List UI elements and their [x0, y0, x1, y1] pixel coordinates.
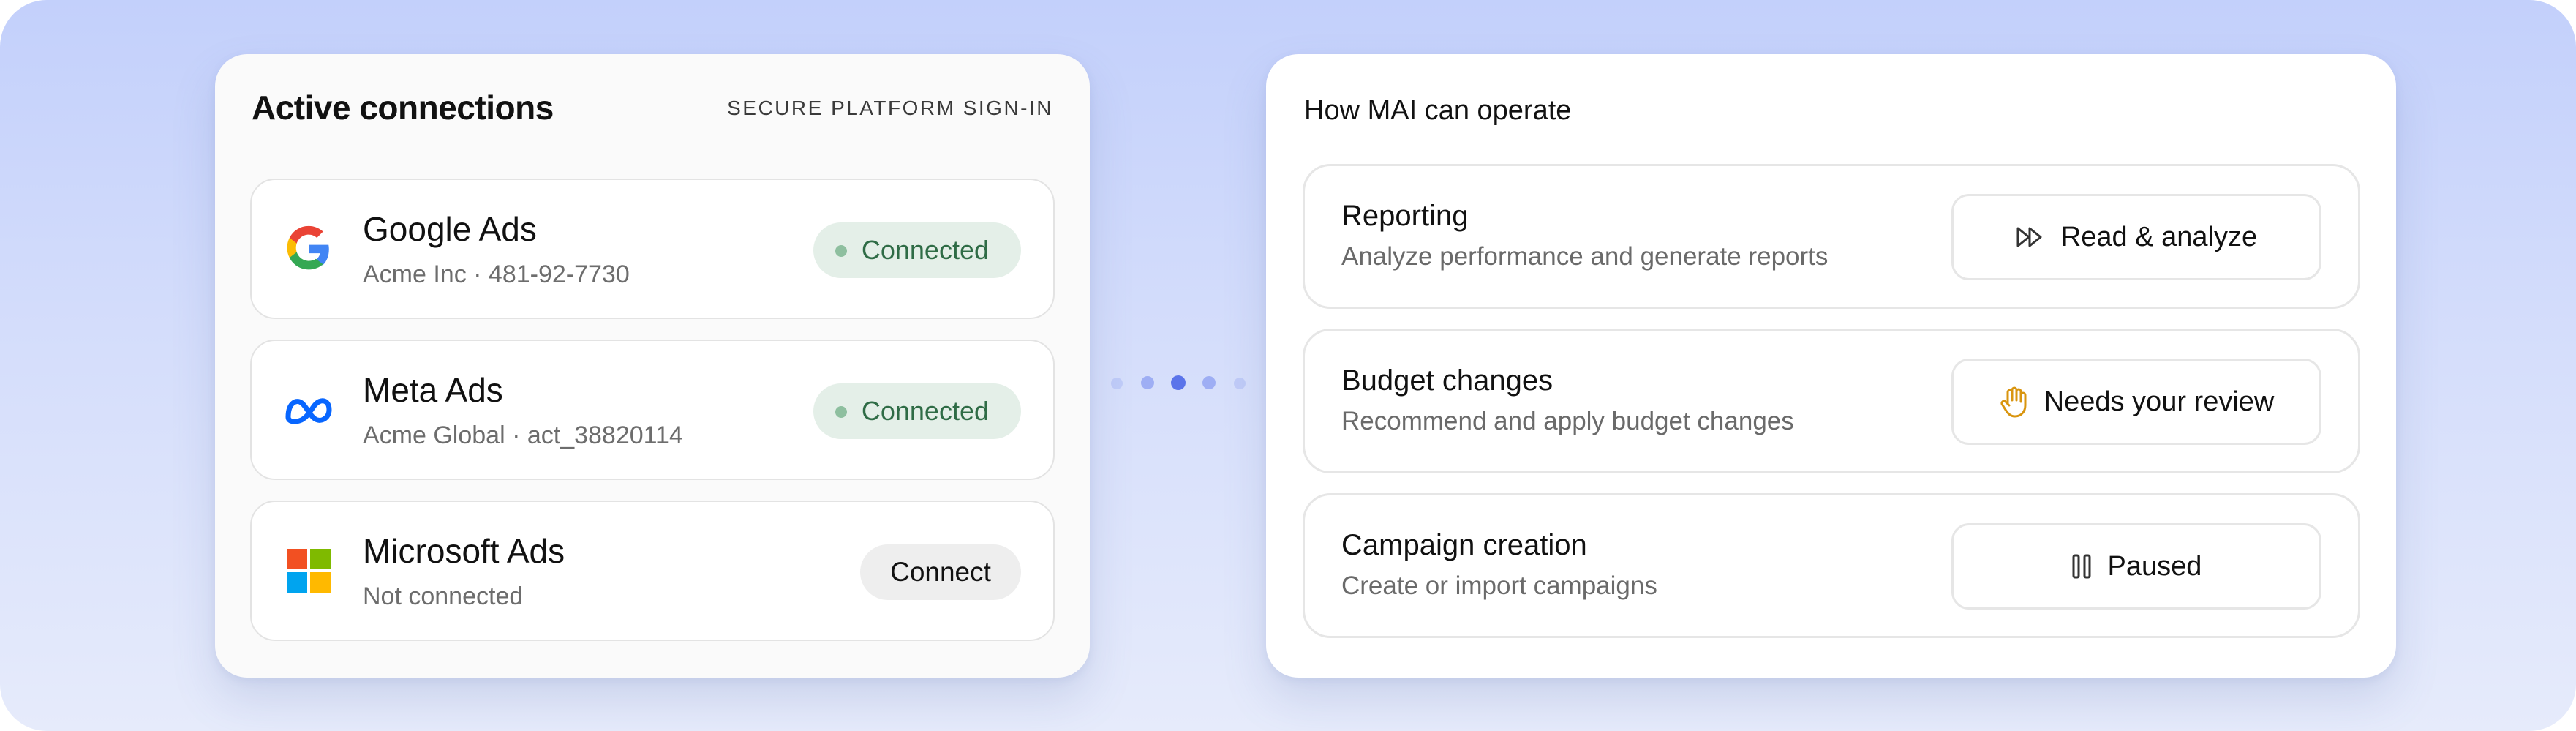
permission-description: Create or import campaigns [1341, 571, 1657, 600]
connections-header: Active connections SECURE PLATFORM SIGN-… [252, 88, 1053, 132]
connection-name: Microsoft Ads [363, 532, 565, 570]
mode-label: Needs your review [2044, 386, 2275, 417]
connection-row-google-ads: Google Ads Acme Inc · 481-92-7730 Connec… [250, 179, 1055, 319]
permission-row-budget-changes: Budget changes Recommend and apply budge… [1303, 329, 2360, 473]
connector-dot [1202, 376, 1216, 389]
connected-status-badge: Connected [813, 222, 1021, 278]
status-dot-icon [835, 245, 847, 257]
connector-dot [1111, 378, 1123, 389]
connection-row-microsoft-ads: Microsoft Ads Not connected Connect [250, 501, 1055, 641]
status-label: Connected [861, 396, 989, 426]
permission-name: Budget changes [1341, 364, 1553, 397]
operate-permissions-card: How MAI can operate Reporting Analyze pe… [1266, 54, 2396, 678]
permission-row-campaign-creation: Campaign creation Create or import campa… [1303, 493, 2360, 638]
pause-icon [2071, 553, 2092, 580]
fast-forward-icon [2016, 225, 2045, 249]
connection-account: Not connected [363, 582, 524, 610]
connection-account: Acme Global · act_38820114 [363, 421, 683, 449]
connection-row-meta-ads: Meta Ads Acme Global · act_38820114 Conn… [250, 340, 1055, 480]
connection-account: Acme Inc · 481-92-7730 [363, 260, 630, 288]
connect-button[interactable]: Connect [860, 544, 1021, 600]
permission-description: Recommend and apply budget changes [1341, 407, 1794, 435]
operate-title: How MAI can operate [1304, 95, 1572, 126]
connections-title: Active connections [252, 89, 554, 127]
permission-name: Campaign creation [1341, 529, 1587, 561]
mode-label: Read & analyze [2060, 221, 2258, 252]
read-analyze-button[interactable]: Read & analyze [1951, 194, 2321, 280]
needs-review-button[interactable]: Needs your review [1951, 359, 2321, 445]
connection-name: Google Ads [363, 210, 537, 248]
connector-dot [1234, 378, 1246, 389]
secure-signin-tag: SECURE PLATFORM SIGN-IN [727, 97, 1053, 119]
permission-row-reporting: Reporting Analyze performance and genera… [1303, 164, 2360, 309]
connector-dot [1141, 376, 1154, 389]
permission-name: Reporting [1341, 200, 1469, 232]
google-logo-icon [284, 224, 334, 274]
page-background: Active connections SECURE PLATFORM SIGN-… [0, 0, 2576, 731]
active-connections-card: Active connections SECURE PLATFORM SIGN-… [215, 54, 1090, 678]
paused-button[interactable]: Paused [1951, 523, 2321, 610]
status-label: Connected [861, 235, 989, 265]
status-dot-icon [835, 406, 847, 418]
meta-logo-icon [284, 385, 334, 435]
connection-name: Meta Ads [363, 371, 503, 409]
hand-icon [1999, 386, 2028, 418]
mode-label: Paused [2107, 550, 2202, 582]
connector-dot [1171, 375, 1186, 390]
connector-dots [1110, 375, 1249, 390]
microsoft-logo-icon [284, 546, 334, 596]
connected-status-badge: Connected [813, 383, 1021, 439]
permission-description: Analyze performance and generate reports [1341, 242, 1829, 271]
